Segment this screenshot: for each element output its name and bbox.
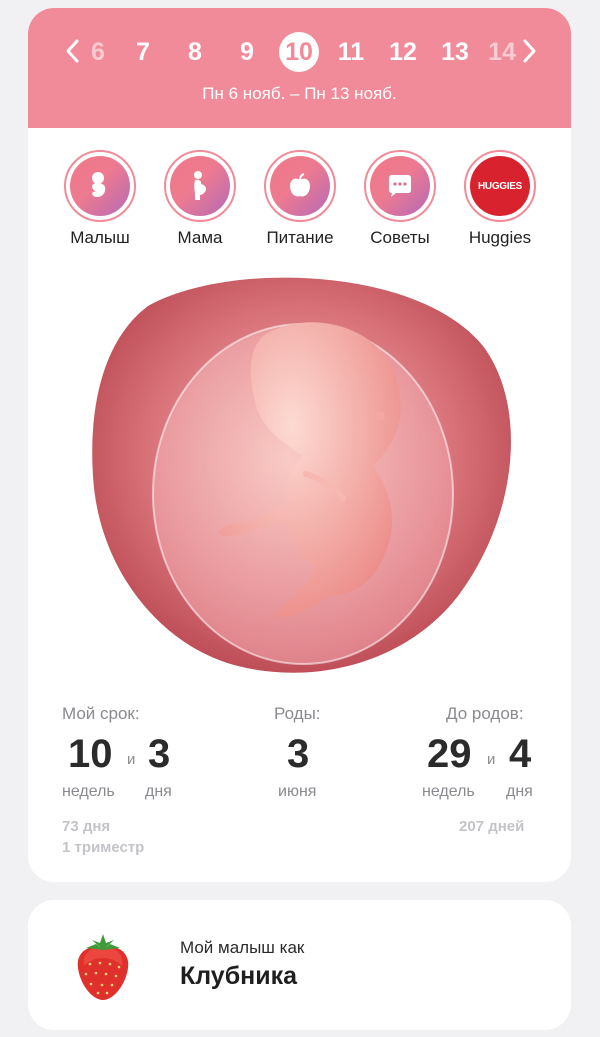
term-total-days: 73 дня (62, 818, 111, 835)
huggies-logo-text: HUGGIES (477, 180, 523, 192)
category-ring (264, 150, 336, 222)
week-item-6[interactable]: 6 (76, 32, 120, 72)
pregnancy-card: 6 7 8 9 10 11 12 13 14 Пн 6 нояб. – Пн 1… (28, 8, 571, 882)
embryo-image (92, 277, 511, 673)
remaining-days-value: 4 (509, 732, 532, 776)
embryo-illustration (88, 266, 511, 684)
fruit-name: Клубника (180, 962, 298, 990)
remaining-weeks-value: 29 (427, 732, 472, 776)
category-huggies[interactable]: HUGGIES Huggies (450, 150, 550, 248)
term-weeks-unit: недель (62, 783, 115, 800)
chat-bubble-icon (370, 156, 430, 216)
huggies-logo-icon: HUGGIES (470, 156, 530, 216)
week-item-11[interactable]: 11 (329, 32, 373, 72)
week-item-12[interactable]: 12 (381, 32, 425, 72)
week-item-9[interactable]: 9 (225, 32, 269, 72)
remaining-conjunction: и (487, 751, 496, 768)
category-ring: HUGGIES (464, 150, 536, 222)
category-mom[interactable]: Мама (150, 150, 250, 248)
category-nutrition[interactable]: Питание (250, 150, 350, 248)
category-ring (164, 150, 236, 222)
category-label: Питание (266, 228, 334, 247)
birth-label: Роды: (274, 704, 321, 723)
birth-month: июня (278, 783, 317, 800)
stats-section: Мой срок: 10 и 3 недель дня 73 дня 1 три… (28, 704, 571, 864)
week-date-range: Пн 6 нояб. – Пн 13 нояб. (202, 84, 397, 103)
term-days-value: 3 (148, 732, 171, 776)
category-ring (64, 150, 136, 222)
fruit-size-card[interactable]: Мой малыш как Клубника (28, 900, 571, 1030)
week-item-10-current[interactable]: 10 (279, 32, 319, 72)
pregnant-woman-icon (170, 156, 230, 216)
fruit-caption: Мой малыш как (180, 938, 305, 957)
baby-icon (70, 156, 130, 216)
category-label: Малыш (70, 228, 130, 247)
remaining-total-days: 207 дней (459, 818, 525, 835)
category-baby[interactable]: Малыш (50, 150, 150, 248)
week-item-7[interactable]: 7 (121, 32, 165, 72)
week-item-13[interactable]: 13 (433, 32, 477, 72)
category-label: Мама (177, 228, 223, 247)
remaining-weeks-unit: недель (422, 783, 475, 800)
week-selector: 6 7 8 9 10 11 12 13 14 Пн 6 нояб. – Пн 1… (28, 8, 571, 128)
category-row: Малыш Мама Питание Советы HUGGIES Huggie… (28, 150, 571, 258)
category-tips[interactable]: Советы (350, 150, 450, 248)
category-label: Советы (370, 228, 430, 247)
apple-icon (270, 156, 330, 216)
trimester-label: 1 триместр (62, 839, 145, 856)
term-label: Мой срок: (62, 704, 140, 723)
week-item-8[interactable]: 8 (173, 32, 217, 72)
term-conjunction: и (127, 751, 136, 768)
strawberry-icon (72, 930, 134, 1002)
category-label: Huggies (468, 228, 532, 247)
remaining-days-unit: дня (506, 783, 533, 800)
birth-day-value: 3 (287, 732, 310, 776)
term-weeks-value: 10 (68, 732, 113, 776)
next-week-arrow-icon[interactable] (516, 36, 540, 66)
weeks-row: 6 7 8 9 10 11 12 13 14 (28, 32, 571, 72)
remaining-label: До родов: (446, 704, 524, 723)
category-ring (364, 150, 436, 222)
term-days-unit: дня (145, 783, 172, 800)
